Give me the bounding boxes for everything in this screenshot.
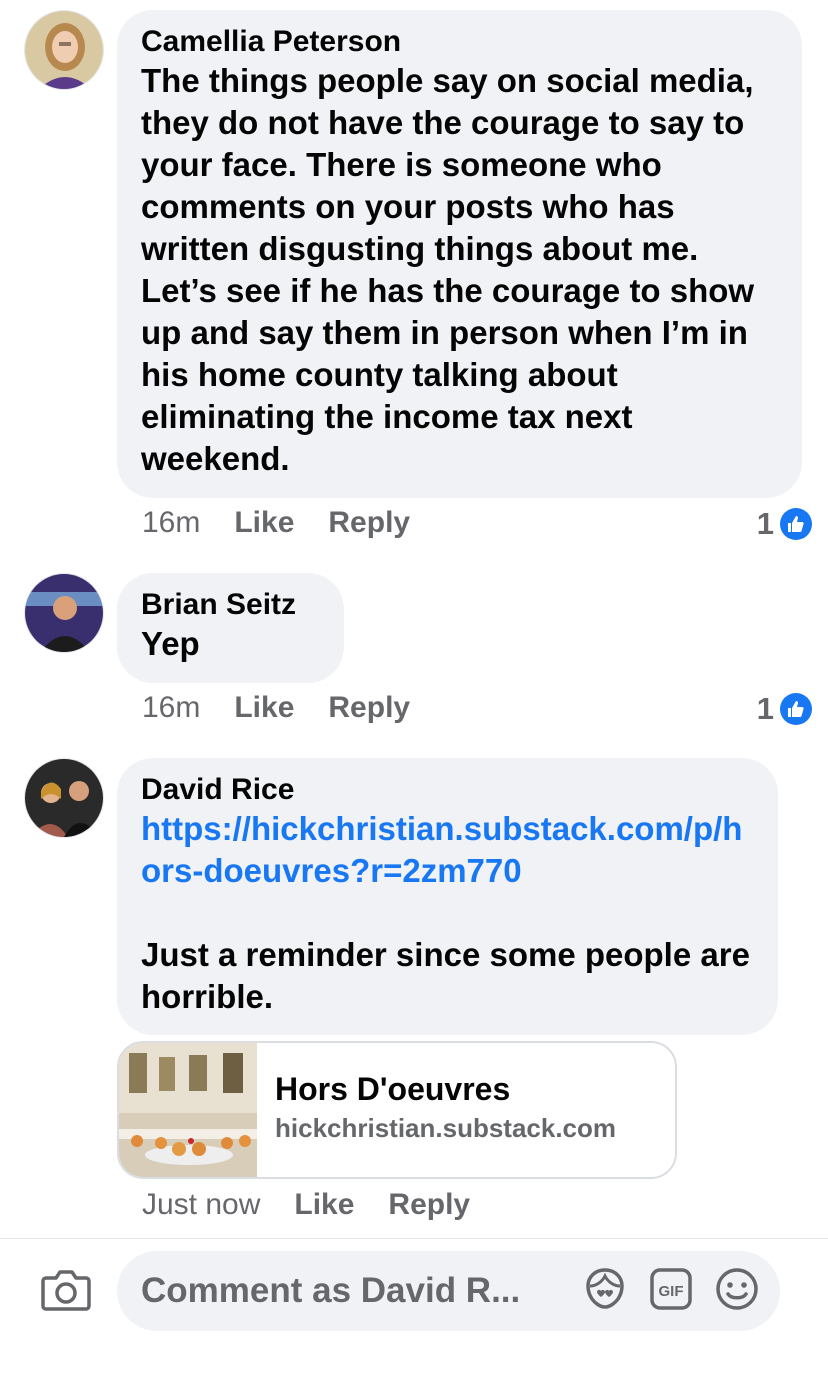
comment-author[interactable]: Brian Seitz [141, 587, 318, 623]
comment-author[interactable]: David Rice [141, 772, 752, 808]
link-preview-title[interactable]: Hors D'oeuvres [275, 1069, 616, 1109]
like-button[interactable]: Like [294, 1188, 354, 1222]
comment-actions: Just now Like Reply [142, 1188, 470, 1222]
comment-author[interactable]: Camellia Peterson [141, 24, 776, 60]
avatar-camellia[interactable] [24, 10, 104, 90]
like-button[interactable]: Like [234, 691, 294, 725]
comment-bubble: David Rice https://hickchristian.substac… [117, 758, 778, 1035]
comment-actions: 16m Like Reply [142, 506, 410, 540]
gif-icon[interactable]: GIF [648, 1266, 694, 1317]
reaction-summary[interactable]: 1 [757, 691, 812, 727]
comment-timestamp[interactable]: Just now [142, 1188, 260, 1222]
svg-text:GIF: GIF [659, 1283, 684, 1300]
reply-button[interactable]: Reply [388, 1188, 470, 1222]
avatar-brian[interactable] [24, 573, 104, 653]
comment-timestamp[interactable]: 16m [142, 506, 200, 540]
reaction-count: 1 [756, 691, 774, 726]
comment-link[interactable]: https://hickchristian.substack.com/p/hor… [141, 808, 752, 892]
reply-button[interactable]: Reply [328, 506, 410, 540]
comment-text: Yep [141, 625, 200, 662]
comment-text: The things people say on social media, t… [141, 62, 755, 477]
comment-text: Just a reminder since some people are ho… [141, 936, 750, 1015]
comment-bubble: Brian Seitz Yep [117, 573, 344, 683]
emoji-icon[interactable] [714, 1266, 760, 1317]
comment-actions: 16m Like Reply [142, 691, 410, 725]
avatar-sticker-icon[interactable] [582, 1266, 628, 1317]
thumbs-up-icon [780, 693, 812, 725]
comment-timestamp[interactable]: 16m [142, 691, 200, 725]
composer-divider [0, 1238, 828, 1239]
reaction-summary[interactable]: 1 [757, 506, 812, 542]
link-preview-card[interactable]: Hors D'oeuvres hickchristian.substack.co… [117, 1041, 677, 1179]
camera-icon[interactable] [40, 1268, 92, 1317]
comment-bubble: Camellia Peterson The things people say … [117, 10, 802, 498]
reaction-count: 1 [756, 506, 774, 541]
link-preview-thumbnail [119, 1043, 257, 1177]
avatar-david[interactable] [24, 758, 104, 838]
comment-input[interactable]: Comment as David R... [141, 1271, 582, 1311]
link-preview-domain: hickchristian.substack.com [275, 1113, 617, 1143]
thumbs-up-icon [780, 508, 812, 540]
like-button[interactable]: Like [234, 506, 294, 540]
comment-composer[interactable]: Comment as David R... GIF [117, 1251, 780, 1331]
reply-button[interactable]: Reply [328, 691, 410, 725]
